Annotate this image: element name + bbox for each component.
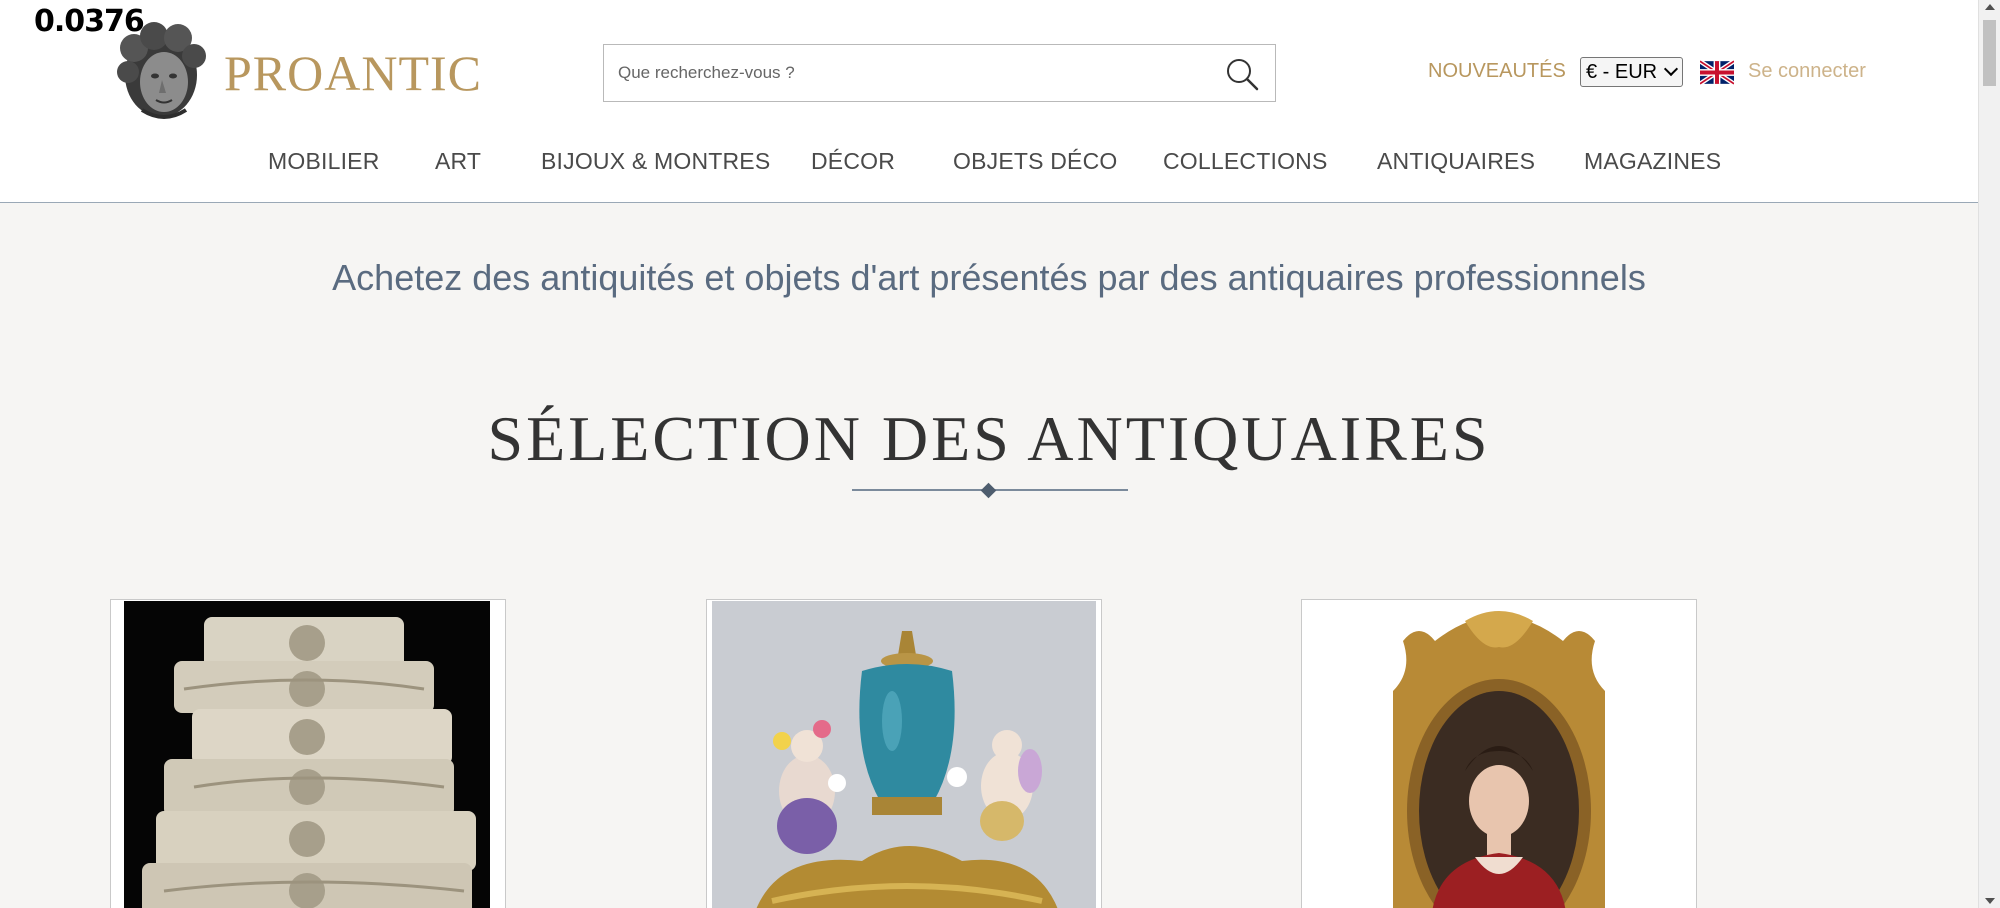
page-tagline: Achetez des antiquités et objets d'art p… xyxy=(332,257,1646,298)
site-logo-text[interactable]: PROANTIC xyxy=(224,44,482,102)
title-divider-diamond xyxy=(980,482,997,499)
product-card[interactable] xyxy=(706,599,1102,908)
product-card[interactable] xyxy=(110,599,506,908)
carved-stone-ornament-photo xyxy=(124,601,490,908)
nav-item-objets-deco[interactable]: OBJETS DÉCO xyxy=(953,148,1118,175)
search-icon[interactable] xyxy=(1225,57,1259,91)
login-link[interactable]: Se connecter xyxy=(1748,60,1866,83)
currency-select[interactable]: € - EUR xyxy=(1580,57,1683,87)
site-header: 0.0376 PROANTIC NOUVEAUTÉS € - EUR Se co… xyxy=(0,0,1978,203)
product-card[interactable] xyxy=(1301,599,1697,908)
nav-item-mobilier[interactable]: MOBILIER xyxy=(268,148,380,175)
nav-item-art[interactable]: ART xyxy=(435,148,481,175)
nav-item-antiquaires[interactable]: ANTIQUAIRES xyxy=(1377,148,1535,175)
scrollbar-thumb[interactable] xyxy=(1983,20,1996,86)
porcelain-vase-with-cherubs-photo xyxy=(712,601,1096,908)
search-bar xyxy=(603,44,1276,102)
new-arrivals-link[interactable]: NOUVEAUTÉS xyxy=(1428,60,1566,83)
section-title: SÉLECTION DES ANTIQUAIRES xyxy=(487,403,1491,474)
vertical-scrollbar[interactable] xyxy=(1978,0,2000,908)
scroll-up-arrow-icon[interactable] xyxy=(1985,4,1995,10)
currency-selected-value: € - EUR xyxy=(1586,61,1658,83)
nav-item-magazines[interactable]: MAGAZINES xyxy=(1584,148,1721,175)
nav-item-collections[interactable]: COLLECTIONS xyxy=(1163,148,1328,175)
scroll-down-arrow-icon[interactable] xyxy=(1985,898,1995,904)
main-nav: MOBILIER ART BIJOUX & MONTRES DÉCOR OBJE… xyxy=(0,148,1978,178)
nav-item-decor[interactable]: DÉCOR xyxy=(811,148,895,175)
search-input[interactable] xyxy=(618,45,1198,101)
nav-item-bijoux-montres[interactable]: BIJOUX & MONTRES xyxy=(541,148,770,175)
framed-portrait-painting-photo xyxy=(1365,601,1633,908)
overlay-number: 0.0376 xyxy=(34,4,145,39)
chevron-down-icon xyxy=(1663,61,1679,77)
uk-flag-icon[interactable] xyxy=(1700,60,1734,85)
